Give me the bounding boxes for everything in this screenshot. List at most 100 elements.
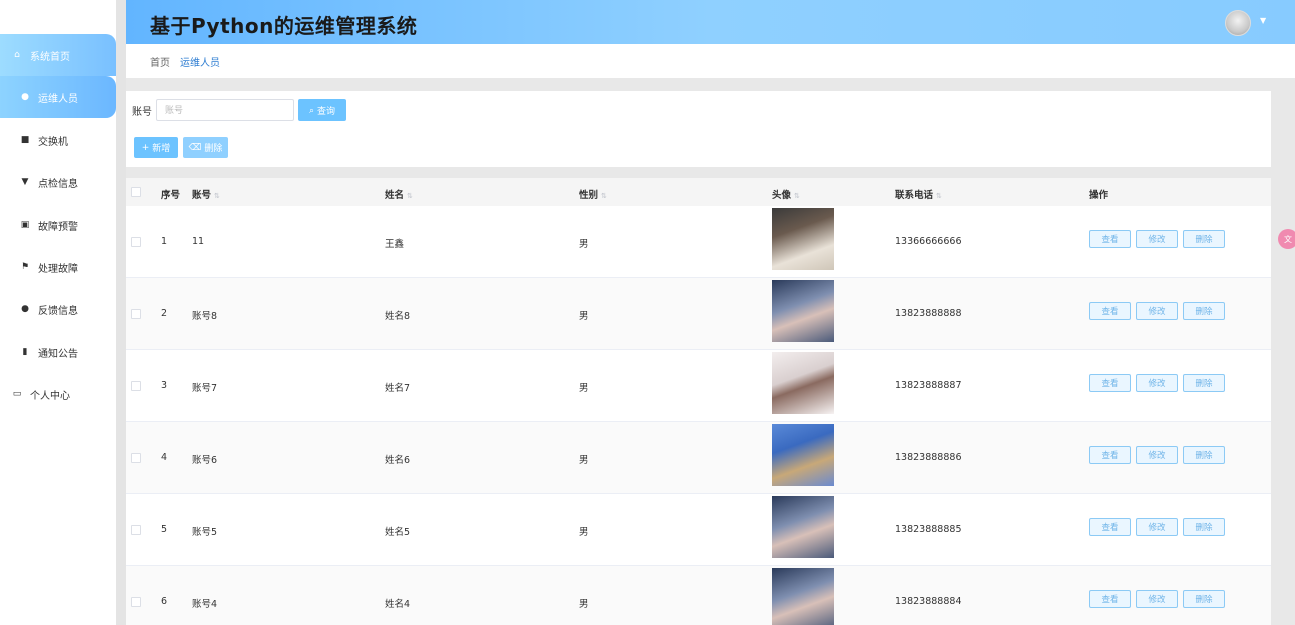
row-checkbox[interactable] [131,597,141,607]
staff-table: 序号 账号 ⇅ 姓名 ⇅ 性别 ⇅ 头像 ⇅ 联系电话 ⇅ 操作 1 11 王鑫男 133666… [126,178,1271,625]
sidebar-item-label: 运维人员 [38,93,78,105]
add-button[interactable]: + 新增 [134,137,178,158]
header-account[interactable]: 账号 ⇅ [192,187,220,201]
view-button[interactable]: 查看 [1089,446,1131,464]
cell-name: 姓名6 [385,455,411,466]
cell-account: 账号5 [192,527,218,538]
row-actions: 查看 修改 删除 [1089,374,1225,392]
avatar-photo[interactable] [772,496,834,558]
avatar-photo[interactable] [772,424,834,486]
sidebar-item-home[interactable]: ⌂ 系统首页 [0,34,116,76]
sort-icon[interactable]: ⇅ [601,192,607,200]
delete-button[interactable]: 删除 [1183,446,1225,464]
header-name-label: 姓名 [385,190,405,201]
user-avatar[interactable] [1225,10,1251,36]
sidebar-item-label: 点检信息 [38,178,78,190]
table-row: 4 账号6 姓名6 男 13823888886 查看 修改 删除 [126,422,1271,494]
header-name[interactable]: 姓名 ⇅ [385,187,413,201]
delete-button[interactable]: 删除 [1183,302,1225,320]
breadcrumb: 首页 运维人员 [126,44,1295,78]
sidebar: ⌂ 系统首页 ● 运维人员 ■ 交换机 ▼ 点检信息 ▣ 故障预警 ⚑ 处理故障… [0,0,116,625]
cell-gender: 男 [579,599,589,610]
translate-icon[interactable]: 文 [1278,229,1295,249]
edit-button[interactable]: 修改 [1136,446,1178,464]
delete-button[interactable]: 删除 [1183,374,1225,392]
delete-button[interactable]: 删除 [1183,590,1225,608]
cell-index: 5 [161,524,168,535]
cell-gender: 男 [579,455,589,466]
delete-button[interactable]: 删除 [1183,518,1225,536]
sort-icon[interactable]: ⇅ [936,192,942,200]
sidebar-item-notice[interactable]: ▮ 通知公告 [0,331,116,373]
select-all-checkbox[interactable] [131,187,141,197]
avatar-photo[interactable] [772,208,834,270]
sidebar-item-label: 故障预警 [38,221,78,233]
row-actions: 查看 修改 删除 [1089,230,1225,248]
batch-delete-button[interactable]: ⌫ 删除 [183,137,228,158]
breadcrumb-home[interactable]: 首页 [150,54,170,69]
add-button-label: 新增 [152,144,171,154]
location-icon: ● [21,304,29,314]
sidebar-item-label: 个人中心 [30,390,70,402]
view-button[interactable]: 查看 [1089,374,1131,392]
view-button[interactable]: 查看 [1089,230,1131,248]
chevron-down-icon[interactable]: ▼ [1260,16,1266,25]
sidebar-item-handle-fault[interactable]: ⚑ 处理故障 [0,246,116,288]
row-actions: 查看 修改 删除 [1089,518,1225,536]
edit-button[interactable]: 修改 [1136,590,1178,608]
delete-button-label: 删除 [204,144,223,154]
sort-icon[interactable]: ⇅ [407,192,413,200]
sidebar-item-inspection[interactable]: ▼ 点检信息 [0,161,116,203]
delete-button[interactable]: 删除 [1183,230,1225,248]
edit-button[interactable]: 修改 [1136,230,1178,248]
search-input[interactable] [156,99,294,121]
edit-button[interactable]: 修改 [1136,374,1178,392]
sidebar-item-label: 交换机 [38,136,68,148]
sidebar-item-label: 处理故障 [38,263,78,275]
cell-phone: 13823888888 [895,308,962,319]
table-row: 2 账号8 姓名8 男 13823888888 查看 修改 删除 [126,278,1271,350]
edit-button[interactable]: 修改 [1136,518,1178,536]
cell-account: 账号6 [192,455,218,466]
cell-name: 姓名5 [385,527,411,538]
user-icon: ● [21,92,29,102]
cell-phone: 13823888884 [895,596,962,607]
avatar-photo[interactable] [772,280,834,342]
table-row: 5 账号5 姓名5 男 13823888885 查看 修改 删除 [126,494,1271,566]
cell-account: 账号8 [192,311,218,322]
sidebar-item-switch[interactable]: ■ 交换机 [0,119,116,161]
sort-icon[interactable]: ⇅ [794,192,800,200]
header-avatar[interactable]: 头像 ⇅ [772,187,800,201]
cell-account: 账号4 [192,599,218,610]
header-phone[interactable]: 联系电话 ⇅ [895,187,942,201]
row-checkbox[interactable] [131,525,141,535]
sidebar-item-profile[interactable]: ▭ 个人中心 [0,373,116,415]
sidebar-item-fault-warning[interactable]: ▣ 故障预警 [0,204,116,246]
query-button[interactable]: ⌕ 查询 [298,99,346,121]
sidebar-item-ops-staff[interactable]: ● 运维人员 [0,76,116,118]
row-actions: 查看 修改 删除 [1089,590,1225,608]
sort-icon[interactable]: ⇅ [214,192,220,200]
row-checkbox[interactable] [131,309,141,319]
window-icon: ▭ [12,389,22,399]
view-button[interactable]: 查看 [1089,302,1131,320]
view-button[interactable]: 查看 [1089,590,1131,608]
cell-phone: 13823888886 [895,452,962,463]
row-checkbox[interactable] [131,381,141,391]
header-gender[interactable]: 性别 ⇅ [579,187,607,201]
view-button[interactable]: 查看 [1089,518,1131,536]
row-checkbox[interactable] [131,453,141,463]
flag-icon: ⚑ [20,262,30,272]
cell-gender: 男 [579,527,589,538]
pin-icon: ▼ [21,177,29,187]
avatar-photo[interactable] [772,568,834,625]
header-avatar-label: 头像 [772,190,792,201]
sidebar-item-label: 系统首页 [30,51,70,63]
row-checkbox[interactable] [131,237,141,247]
chart-icon: ▣ [20,220,30,230]
avatar-photo[interactable] [772,352,834,414]
edit-button[interactable]: 修改 [1136,302,1178,320]
top-header: 基于Python的运维管理系统 ▼ [126,0,1295,44]
cell-index: 1 [161,236,168,247]
sidebar-item-feedback[interactable]: ● 反馈信息 [0,288,116,330]
